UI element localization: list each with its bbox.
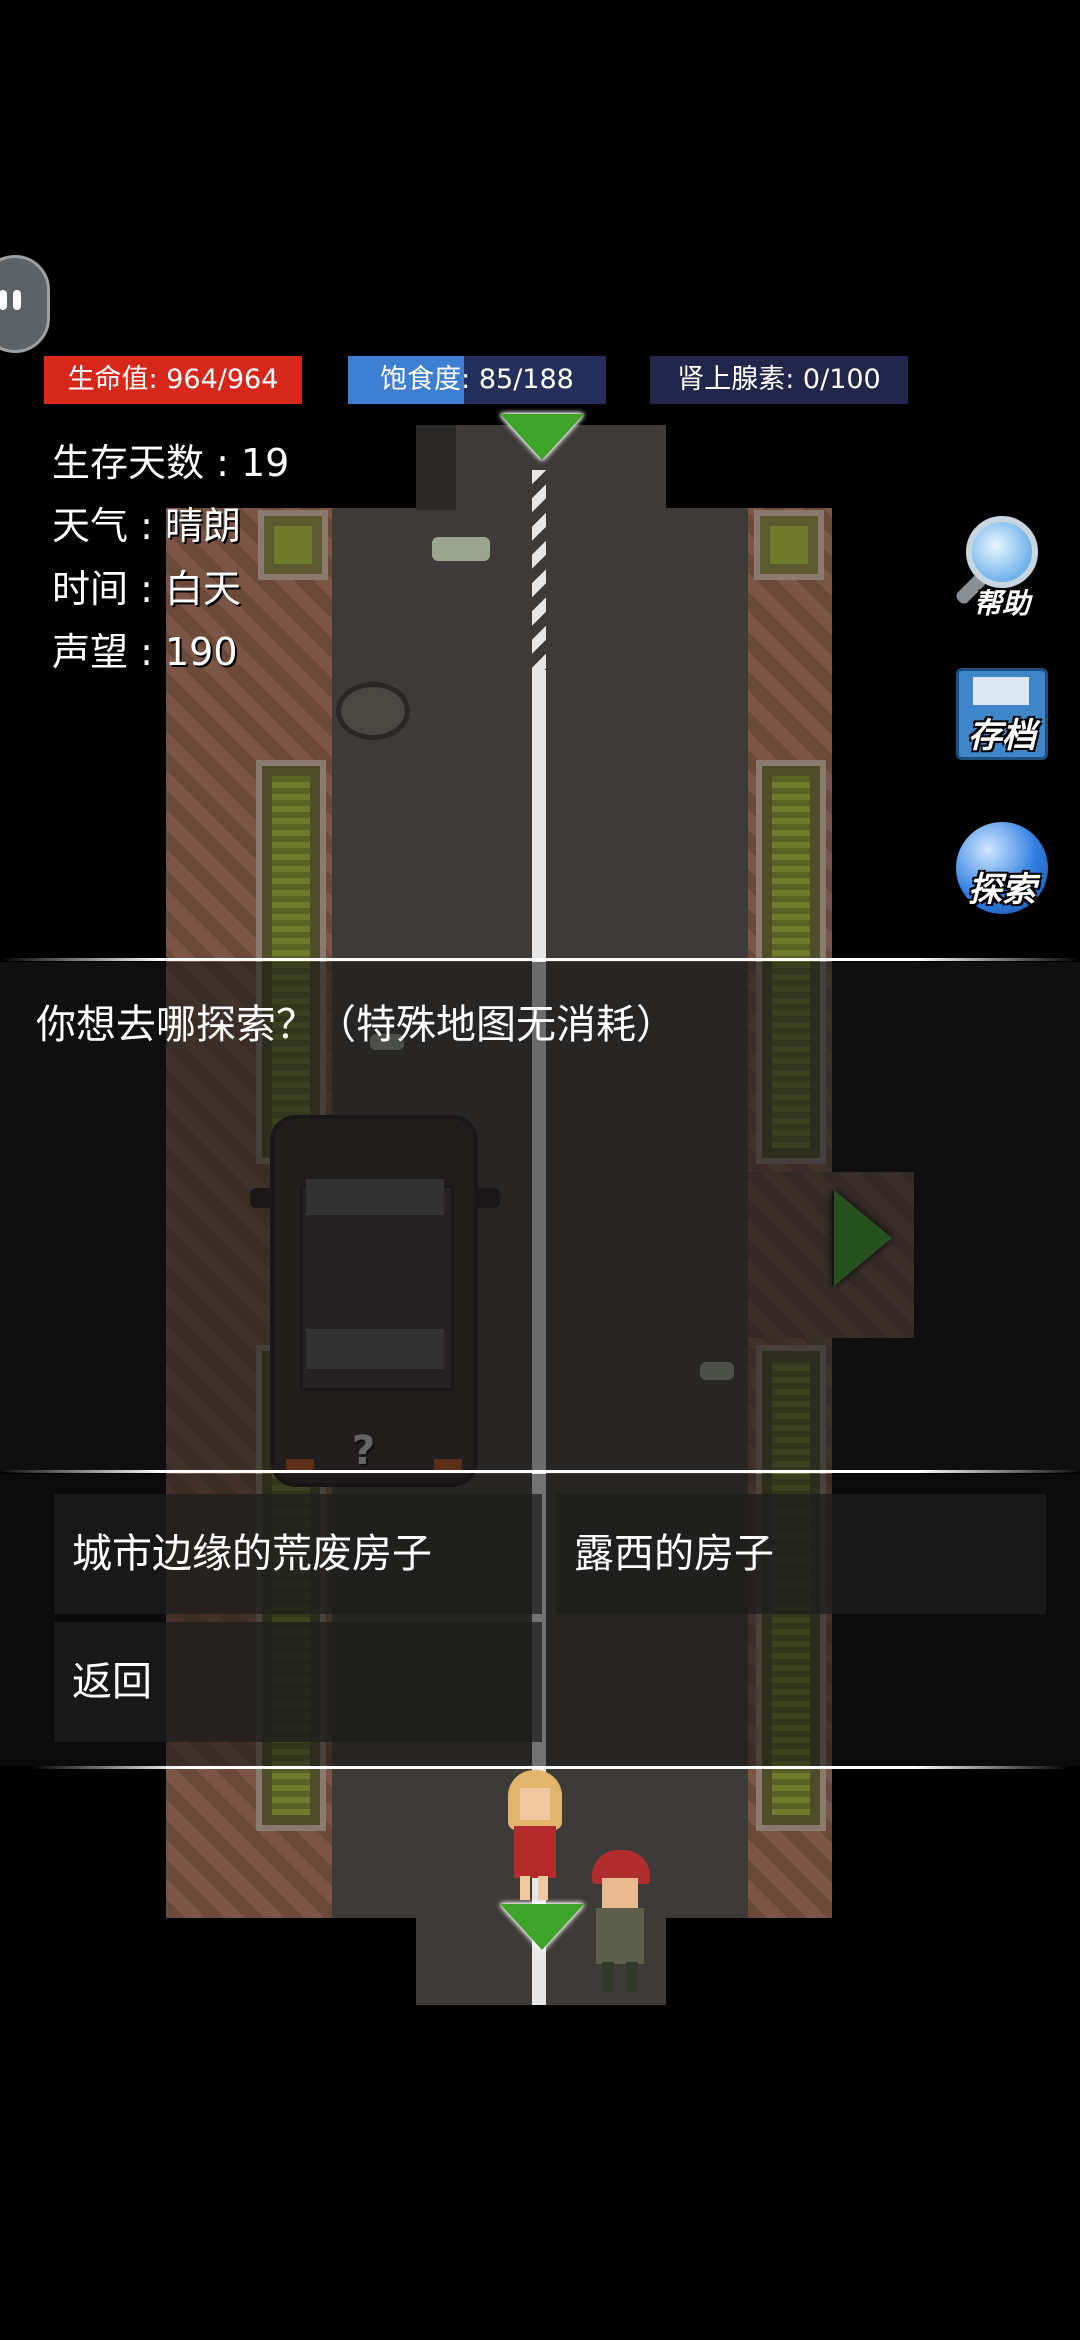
health-bar: 生命值: 964/964	[44, 356, 302, 404]
adrenaline-label: 肾上腺素: 0/100	[677, 364, 881, 395]
save-button[interactable]: 存档	[950, 664, 1054, 768]
help-label: 帮助	[973, 587, 1030, 620]
time-of-day: 时间 : 白天	[52, 567, 241, 611]
save-label: 存档	[968, 716, 1036, 756]
explore-button[interactable]: 探索	[950, 818, 1054, 922]
planter-pot	[754, 510, 824, 580]
adrenaline-bar: 肾上腺素: 0/100	[650, 356, 908, 404]
arrow-down-icon[interactable]	[500, 414, 584, 460]
survival-days: 生存天数 : 19	[52, 441, 290, 485]
back-button[interactable]: 返回	[54, 1622, 542, 1742]
character-lucy[interactable]	[500, 1770, 570, 1900]
magnifier-icon	[966, 516, 1038, 588]
road-stripes	[532, 470, 546, 670]
reputation: 声望 : 190	[52, 630, 238, 674]
character-player[interactable]	[586, 1850, 656, 1992]
satiety-label: 饱食度: 85/188	[380, 364, 574, 395]
option-abandoned-house[interactable]: 城市边缘的荒废房子	[54, 1494, 542, 1614]
planter-pot	[258, 510, 328, 580]
satiety-bar: 饱食度: 85/188	[348, 356, 606, 404]
weather: 天气 : 晴朗	[52, 504, 241, 548]
road-shadow	[416, 425, 456, 510]
option-lucy-house[interactable]: 露西的房子	[556, 1494, 1046, 1614]
dialog-bottom-line	[30, 1766, 1070, 1769]
arrow-down-icon[interactable]	[500, 1904, 584, 1950]
dialog-divider	[0, 1470, 1080, 1473]
dialog-prompt: 你想去哪探索？（特殊地图无消耗）	[36, 1002, 676, 1048]
dialog-top-line	[0, 958, 1080, 961]
help-button[interactable]: 帮助	[950, 510, 1054, 620]
explore-label: 探索	[968, 870, 1036, 910]
manhole-cover	[336, 682, 410, 740]
assistant-bubble-icon[interactable]	[0, 255, 50, 353]
health-label: 生命值: 964/964	[67, 364, 279, 395]
debris	[432, 537, 490, 561]
